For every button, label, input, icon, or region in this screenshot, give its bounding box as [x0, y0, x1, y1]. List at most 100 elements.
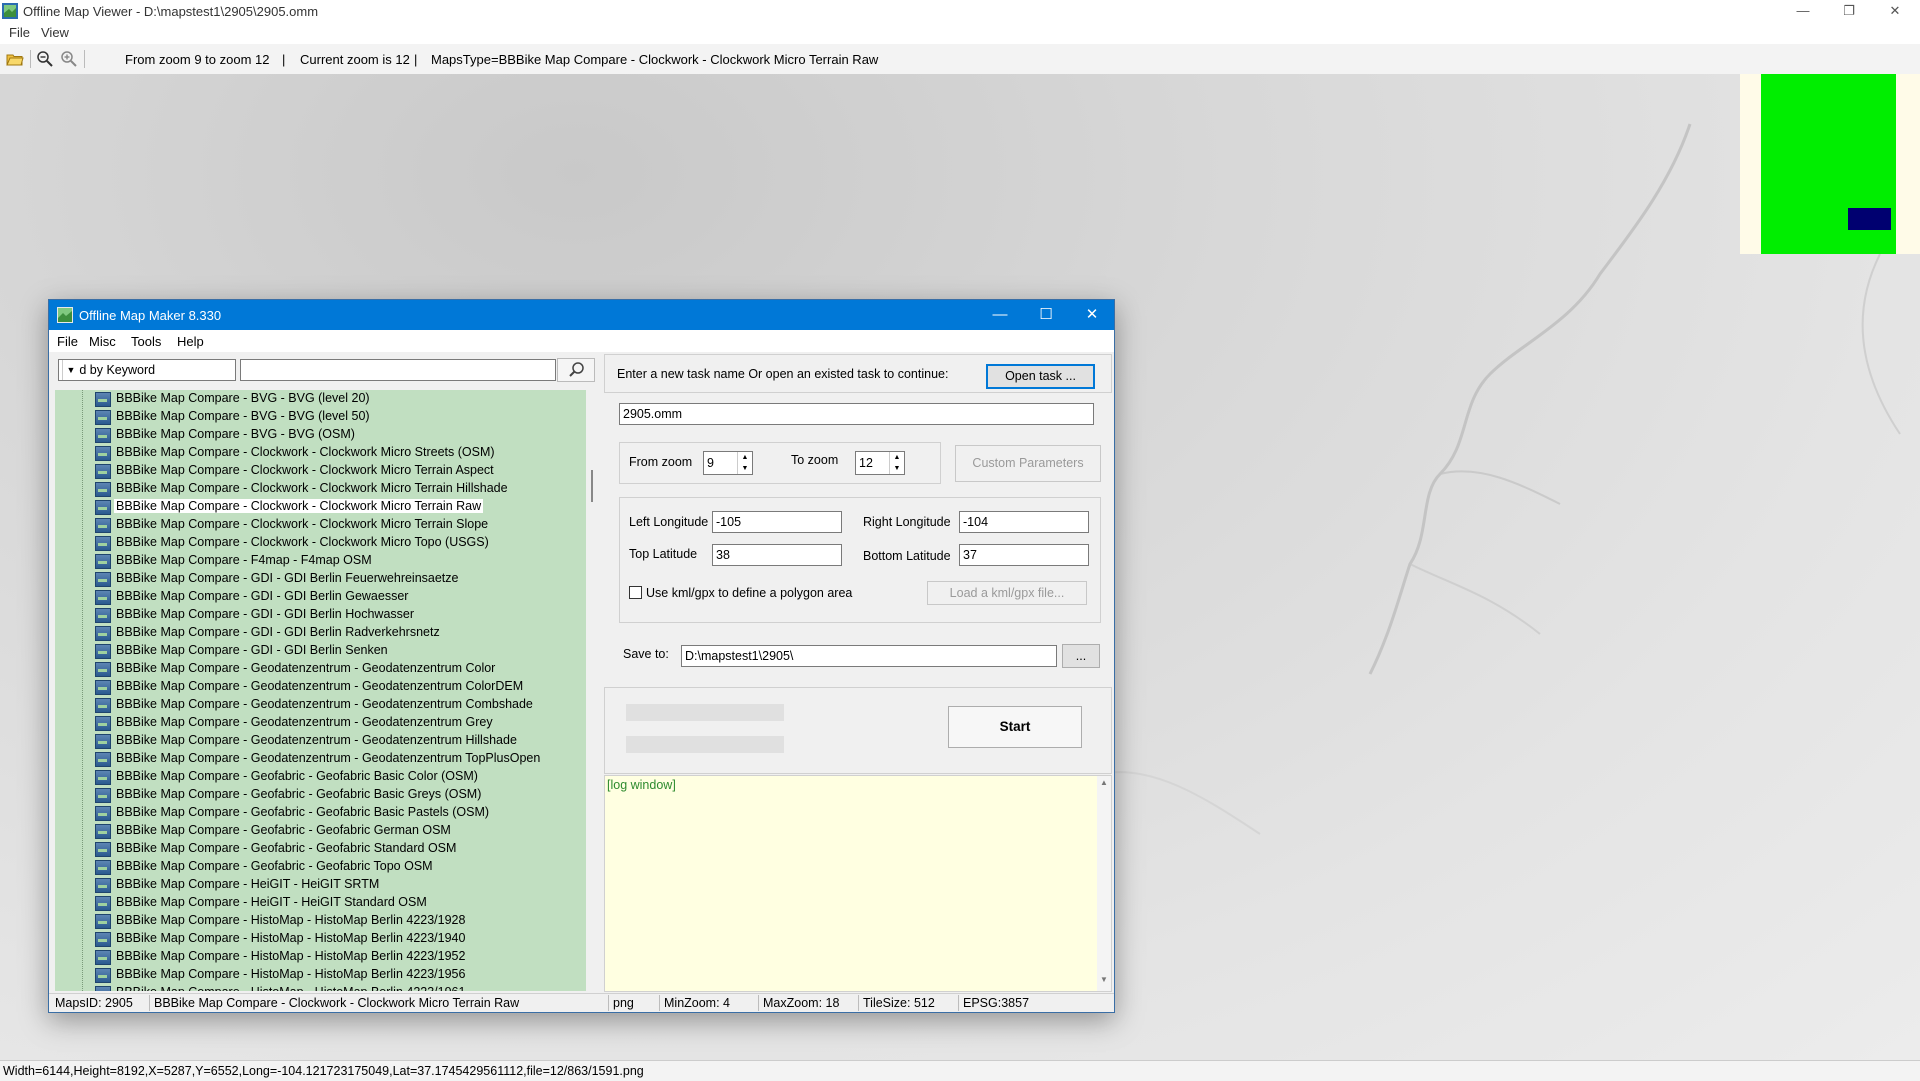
- right-longitude-input[interactable]: -104: [959, 511, 1089, 533]
- viewer-restore-button[interactable]: ❐: [1826, 0, 1872, 22]
- save-to-label: Save to:: [623, 647, 669, 661]
- to-zoom-stepper[interactable]: 12 ▲ ▼: [855, 451, 905, 475]
- left-longitude-input[interactable]: -105: [712, 511, 842, 533]
- tree-item[interactable]: BBBike Map Compare - HistoMap - HistoMap…: [55, 984, 586, 991]
- tree-item[interactable]: BBBike Map Compare - Geofabric - Geofabr…: [55, 822, 586, 840]
- tree-item[interactable]: BBBike Map Compare - Geodatenzentrum - G…: [55, 678, 586, 696]
- tree-item[interactable]: BBBike Map Compare - Geodatenzentrum - G…: [55, 660, 586, 678]
- tree-item[interactable]: BBBike Map Compare - BVG - BVG (level 20…: [55, 390, 586, 408]
- log-scrollbar[interactable]: ▲ ▼: [1097, 776, 1111, 991]
- browse-folder-button[interactable]: ...: [1062, 644, 1100, 668]
- viewer-close-button[interactable]: ✕: [1872, 0, 1918, 22]
- stepper-arrows-icon[interactable]: ▲ ▼: [889, 452, 904, 474]
- log-window[interactable]: [log window] ▲ ▼: [604, 775, 1112, 992]
- maker-maximize-button[interactable]: ☐: [1023, 300, 1069, 330]
- tree-item[interactable]: BBBike Map Compare - Clockwork - Clockwo…: [55, 462, 586, 480]
- tree-item[interactable]: BBBike Map Compare - HistoMap - HistoMap…: [55, 912, 586, 930]
- tree-item[interactable]: BBBike Map Compare - HistoMap - HistoMap…: [55, 930, 586, 948]
- tree-item[interactable]: BBBike Map Compare - Geofabric - Geofabr…: [55, 768, 586, 786]
- maker-menu-misc[interactable]: Misc: [89, 334, 116, 349]
- tree-scrollbar-thumb[interactable]: [591, 470, 593, 502]
- tree-item-label: BBBike Map Compare - BVG - BVG (level 50…: [116, 409, 370, 423]
- tree-item[interactable]: BBBike Map Compare - Geofabric - Geofabr…: [55, 858, 586, 876]
- right-longitude-label: Right Longitude: [863, 515, 951, 529]
- tree-item[interactable]: BBBike Map Compare - Geodatenzentrum - G…: [55, 714, 586, 732]
- task-name-input[interactable]: 2905.omm: [619, 403, 1094, 425]
- tree-item[interactable]: BBBike Map Compare - GDI - GDI Berlin Se…: [55, 642, 586, 660]
- stepper-arrows-icon[interactable]: ▲ ▼: [737, 452, 752, 474]
- maker-menu-tools[interactable]: Tools: [131, 334, 161, 349]
- tree-item-label: BBBike Map Compare - GDI - GDI Berlin Ho…: [116, 607, 415, 621]
- map-type-tree[interactable]: BBBike Map Compare - BVG - BVG (level 20…: [55, 390, 586, 991]
- tree-item[interactable]: BBBike Map Compare - GDI - GDI Berlin Ho…: [55, 606, 586, 624]
- scroll-up-icon[interactable]: ▲: [1097, 778, 1111, 792]
- bottom-latitude-input[interactable]: 37: [959, 544, 1089, 566]
- open-task-button[interactable]: Open task ...: [986, 364, 1095, 389]
- map-layer-icon: [95, 770, 111, 785]
- zoom-out-icon[interactable]: [36, 50, 54, 68]
- start-button[interactable]: Start: [948, 706, 1082, 748]
- map-layer-icon: [95, 896, 111, 911]
- tree-item[interactable]: BBBike Map Compare - Geofabric - Geofabr…: [55, 804, 586, 822]
- tree-item[interactable]: BBBike Map Compare - HistoMap - HistoMap…: [55, 966, 586, 984]
- tree-item[interactable]: BBBike Map Compare - GDI - GDI Berlin Ra…: [55, 624, 586, 642]
- status-separator: [608, 995, 609, 1011]
- maker-title-bar[interactable]: Offline Map Maker 8.330 — ☐ ✕: [49, 300, 1114, 330]
- tree-item[interactable]: BBBike Map Compare - HeiGIT - HeiGIT Sta…: [55, 894, 586, 912]
- tree-item-label: BBBike Map Compare - HeiGIT - HeiGIT SRT…: [116, 877, 380, 891]
- tree-item[interactable]: BBBike Map Compare - Geodatenzentrum - G…: [55, 732, 586, 750]
- tree-item-label: BBBike Map Compare - HistoMap - HistoMap…: [116, 913, 466, 927]
- tree-item[interactable]: BBBike Map Compare - HeiGIT - HeiGIT SRT…: [55, 876, 586, 894]
- tree-item[interactable]: BBBike Map Compare - HistoMap - HistoMap…: [55, 948, 586, 966]
- search-icon: [569, 362, 584, 377]
- viewer-menu-view[interactable]: View: [41, 25, 69, 40]
- viewer-menu-file[interactable]: File: [9, 25, 30, 40]
- tree-item[interactable]: BBBike Map Compare - Geodatenzentrum - G…: [55, 696, 586, 714]
- maker-close-button[interactable]: ✕: [1069, 300, 1115, 330]
- top-latitude-input[interactable]: 38: [712, 544, 842, 566]
- tree-item[interactable]: BBBike Map Compare - Geodatenzentrum - G…: [55, 750, 586, 768]
- tree-item[interactable]: BBBike Map Compare - BVG - BVG (level 50…: [55, 408, 586, 426]
- zoom-in-icon[interactable]: [60, 50, 78, 68]
- tree-item[interactable]: BBBike Map Compare - Clockwork - Clockwo…: [55, 534, 586, 552]
- maker-menu-help[interactable]: Help: [177, 334, 204, 349]
- tree-item[interactable]: BBBike Map Compare - GDI - GDI Berlin Ge…: [55, 588, 586, 606]
- overview-viewport-marker[interactable]: [1848, 208, 1891, 230]
- tree-item[interactable]: BBBike Map Compare - F4map - F4map OSM: [55, 552, 586, 570]
- tree-item[interactable]: BBBike Map Compare - Geofabric - Geofabr…: [55, 786, 586, 804]
- overview-minimap[interactable]: [1740, 74, 1920, 254]
- search-mode-select[interactable]: Find by Keyword ▼: [58, 359, 236, 381]
- map-layer-icon: [95, 644, 111, 659]
- tree-scrollbar[interactable]: [587, 390, 597, 991]
- custom-parameters-button[interactable]: Custom Parameters: [955, 445, 1101, 482]
- tree-item[interactable]: BBBike Map Compare - Clockwork - Clockwo…: [55, 498, 586, 516]
- tree-item-label: BBBike Map Compare - Geofabric - Geofabr…: [116, 841, 457, 855]
- from-zoom-stepper[interactable]: 9 ▲ ▼: [703, 451, 753, 475]
- bottom-latitude-value: 37: [963, 548, 977, 562]
- save-path-input[interactable]: D:\mapstest1\2905\: [681, 645, 1057, 667]
- tree-item-label: BBBike Map Compare - BVG - BVG (OSM): [116, 427, 355, 441]
- load-kml-button[interactable]: Load a kml/gpx file...: [927, 581, 1087, 605]
- toolbar-divider-text: |: [414, 52, 418, 67]
- tree-item-label: BBBike Map Compare - Clockwork - Clockwo…: [116, 463, 494, 477]
- tree-item-label: BBBike Map Compare - Clockwork - Clockwo…: [116, 517, 489, 531]
- maker-minimize-button[interactable]: —: [977, 300, 1023, 330]
- tree-item[interactable]: BBBike Map Compare - Clockwork - Clockwo…: [55, 480, 586, 498]
- keyword-search-input[interactable]: [240, 359, 556, 381]
- tree-item-label: BBBike Map Compare - HistoMap - HistoMap…: [116, 931, 466, 945]
- scroll-down-icon[interactable]: ▼: [1097, 975, 1111, 989]
- tree-item[interactable]: BBBike Map Compare - BVG - BVG (OSM): [55, 426, 586, 444]
- tree-item[interactable]: BBBike Map Compare - Clockwork - Clockwo…: [55, 444, 586, 462]
- viewer-minimize-button[interactable]: —: [1780, 0, 1826, 22]
- open-folder-icon[interactable]: [6, 50, 24, 68]
- tree-item[interactable]: BBBike Map Compare - Geofabric - Geofabr…: [55, 840, 586, 858]
- maker-menu-file[interactable]: File: [57, 334, 78, 349]
- chevron-down-icon[interactable]: ▼: [62, 360, 79, 380]
- tree-item[interactable]: BBBike Map Compare - GDI - GDI Berlin Fe…: [55, 570, 586, 588]
- tree-item-label: BBBike Map Compare - Geodatenzentrum - G…: [116, 697, 533, 711]
- search-button[interactable]: [557, 358, 595, 382]
- viewer-toolbar: From zoom 9 to zoom 12 | Current zoom is…: [0, 44, 1920, 75]
- tree-item[interactable]: BBBike Map Compare - Clockwork - Clockwo…: [55, 516, 586, 534]
- kml-polygon-checkbox[interactable]: [629, 586, 642, 599]
- toolbar-separator: [30, 50, 31, 68]
